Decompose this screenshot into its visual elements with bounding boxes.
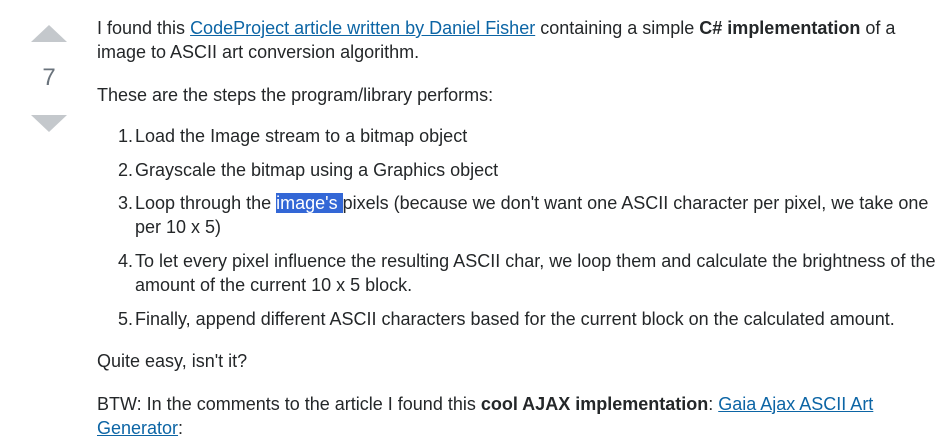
list-item-number: 3. <box>117 193 133 213</box>
list-item-number: 1. <box>117 126 133 146</box>
list-item-text: Load the Image stream to a bitmap object <box>135 126 468 146</box>
easy-paragraph: Quite easy, isn't it? <box>97 351 248 371</box>
list-item-text: Loop through the image's pixels (because… <box>135 191 940 239</box>
btw-text-2: : <box>708 394 719 414</box>
list-item-number: 4. <box>117 251 133 271</box>
intro-text-1: I found this <box>97 18 191 38</box>
steps-intro-paragraph: These are the steps the program/library … <box>97 85 494 105</box>
step3-text-before: Loop through the <box>135 193 277 213</box>
list-item-text: To let every pixel influence the resulti… <box>135 251 936 295</box>
list-item-number: 5. <box>117 309 133 329</box>
vote-count: 7 <box>42 64 56 91</box>
btw-paragraph: BTW: In the comments to the article I fo… <box>97 392 947 440</box>
downvote-arrow-icon[interactable] <box>31 115 67 132</box>
btw-text-3: : <box>178 418 184 438</box>
vote-cell: 7 <box>0 0 97 442</box>
btw-text-1: BTW: In the comments to the article I fo… <box>97 394 481 414</box>
upvote-arrow-icon[interactable] <box>31 25 67 42</box>
intro-text-2: containing a simple <box>535 18 700 38</box>
list-item-text: Finally, append different ASCII characte… <box>135 309 895 329</box>
csharp-implementation-bold: C# implementation <box>699 18 861 38</box>
intro-paragraph: I found this CodeProject article written… <box>97 16 947 64</box>
codeproject-article-link[interactable]: CodeProject article written by Daniel Fi… <box>190 18 535 38</box>
list-item-text: Grayscale the bitmap using a Graphics ob… <box>135 160 499 180</box>
cool-ajax-bold: cool AJAX implementation <box>480 394 709 414</box>
selected-text-highlight: image's <box>276 193 343 213</box>
list-item-number: 2. <box>117 160 133 180</box>
